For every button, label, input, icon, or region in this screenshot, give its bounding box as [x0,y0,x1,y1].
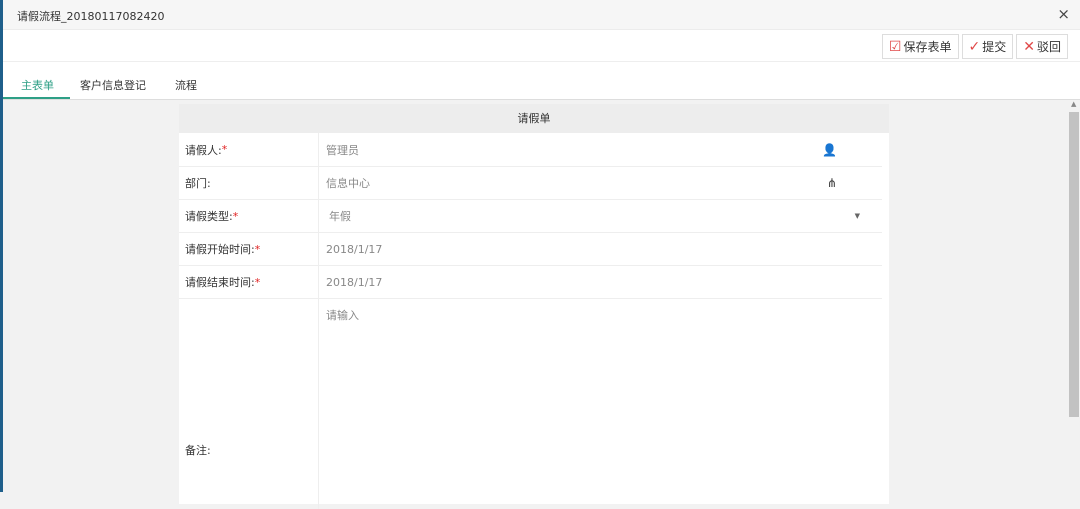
required-mark: * [254,242,261,256]
remarks-placeholder: 请输入 [326,309,359,322]
label-text: 请假开始时间: [185,243,255,256]
label-text: 部门: [185,177,211,190]
save-label: 保存表单 [903,40,952,54]
field-label: 备注: [179,299,319,509]
required-mark: * [221,143,228,156]
org-chart-icon[interactable]: ⋔ [827,176,837,190]
vertical-scrollbar[interactable]: ▲ [1068,100,1080,492]
tab-bar: 主表单 客户信息登记 流程 [3,62,1080,100]
form-row-remarks: 备注: 请输入 [179,299,882,509]
save-form-button[interactable]: ☑ 保存表单 [881,34,959,59]
remarks-textarea[interactable]: 请输入 [319,299,882,509]
end-date-value: 2018/1/17 [326,275,383,289]
label-text: 请假结束时间: [185,276,255,289]
submit-label: 提交 [982,40,1007,54]
user-add-icon[interactable]: 👤 [822,143,837,157]
title-bar: 请假流程_20180117082420 × [3,0,1080,30]
field-label: 部门: [179,167,319,199]
field-label: 请假开始时间: * [179,233,319,265]
form-row-start-date: 请假开始时间: * 2018/1/17 [179,233,882,266]
form-row-department: 部门: 信息中心 ⋔ [179,167,882,200]
tab-main-form[interactable]: 主表单 [21,77,54,93]
reject-button[interactable]: ✕ 驳回 [1016,34,1068,59]
department-value: 信息中心 [326,177,370,190]
x-icon: ✕ [1023,38,1035,55]
toolbar: ☑ 保存表单 ✓ 提交 ✕ 驳回 [3,30,1080,62]
department-field[interactable]: 信息中心 ⋔ [319,167,882,199]
start-date-input[interactable]: 2018/1/17 [319,233,882,265]
label-text: 请假类型: [185,210,233,223]
close-icon[interactable]: × [1057,5,1070,23]
field-label: 请假人: * [179,133,319,166]
scroll-up-icon[interactable]: ▲ [1071,100,1076,108]
form-row-leave-type: 请假类型: * 年假 ▼ [179,200,882,233]
applicant-field[interactable]: 管理员 👤 [319,133,882,166]
leave-form: 请假单 请假人: * 管理员 👤 部门: 信息中心 ⋔ 请假类型: * 年假 ▼ 请假开始… [179,104,889,509]
required-mark: * [254,275,261,289]
check-icon: ✓ [968,38,981,55]
leave-type-value: 年假 [329,210,351,223]
start-date-value: 2018/1/17 [326,242,383,256]
scrollbar-thumb[interactable] [1069,112,1079,417]
submit-button[interactable]: ✓ 提交 [961,34,1014,59]
end-date-input[interactable]: 2018/1/17 [319,266,882,298]
field-label: 请假结束时间: * [179,266,319,298]
tab-customer-info[interactable]: 客户信息登记 [80,77,146,93]
tab-process[interactable]: 流程 [175,77,197,93]
window-title: 请假流程_20180117082420 [17,10,165,23]
field-label: 请假类型: * [179,200,319,232]
chevron-down-icon: ▼ [854,212,860,220]
form-row-end-date: 请假结束时间: * 2018/1/17 [179,266,882,299]
active-tab-indicator [3,97,70,99]
reject-label: 驳回 [1036,40,1061,54]
label-text: 备注: [185,444,211,457]
form-title: 请假单 [179,104,889,133]
label-text: 请假人: [185,143,222,157]
required-mark: * [232,209,239,223]
form-row-applicant: 请假人: * 管理员 👤 [179,133,882,167]
edit-icon: ☑ [888,38,902,55]
leave-type-select[interactable]: 年假 ▼ [319,200,882,232]
applicant-value: 管理员 [326,143,359,157]
